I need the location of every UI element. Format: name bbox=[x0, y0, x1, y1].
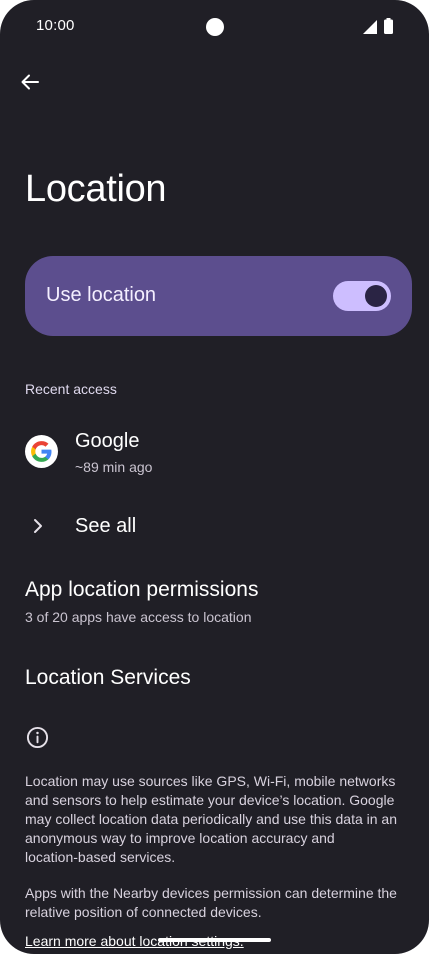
app-location-permissions-title: App location permissions bbox=[25, 578, 259, 601]
phone-screen: 10:00 Location Use location Recent acces… bbox=[0, 0, 429, 954]
see-all-label: See all bbox=[75, 515, 137, 537]
back-button[interactable] bbox=[14, 66, 46, 98]
nearby-devices-info-text: Apps with the Nearby devices permission … bbox=[25, 885, 397, 920]
recent-app-row[interactable]: Google ~89 min ago bbox=[0, 420, 429, 484]
info-icon bbox=[26, 726, 49, 749]
recent-access-header: Recent access bbox=[25, 381, 117, 397]
app-access-time: ~89 min ago bbox=[75, 459, 153, 475]
battery-icon bbox=[384, 18, 393, 34]
arrow-back-icon bbox=[21, 74, 39, 90]
gesture-navigation-bar[interactable] bbox=[158, 938, 271, 942]
status-time: 10:00 bbox=[36, 17, 75, 34]
use-location-label: Use location bbox=[46, 284, 157, 306]
google-icon bbox=[25, 435, 58, 468]
see-all-button[interactable]: See all bbox=[0, 506, 429, 546]
location-services-item[interactable]: Location Services bbox=[0, 658, 429, 698]
chevron-right-icon bbox=[34, 519, 42, 533]
app-location-permissions-item[interactable]: App location permissions 3 of 20 apps ha… bbox=[0, 572, 429, 632]
use-location-toggle[interactable] bbox=[333, 281, 391, 311]
app-location-permissions-summary: 3 of 20 apps have access to location bbox=[25, 609, 252, 625]
toggle-thumb bbox=[365, 285, 387, 307]
location-info-text: Location may use sources like GPS, Wi‑Fi… bbox=[25, 773, 397, 865]
page-title: Location bbox=[25, 168, 167, 210]
camera-cutout bbox=[206, 18, 224, 36]
signal-icon bbox=[363, 20, 377, 34]
location-services-title: Location Services bbox=[25, 666, 191, 689]
app-name: Google bbox=[75, 430, 140, 452]
use-location-card[interactable]: Use location bbox=[25, 256, 412, 336]
status-bar: 10:00 bbox=[0, 0, 429, 52]
